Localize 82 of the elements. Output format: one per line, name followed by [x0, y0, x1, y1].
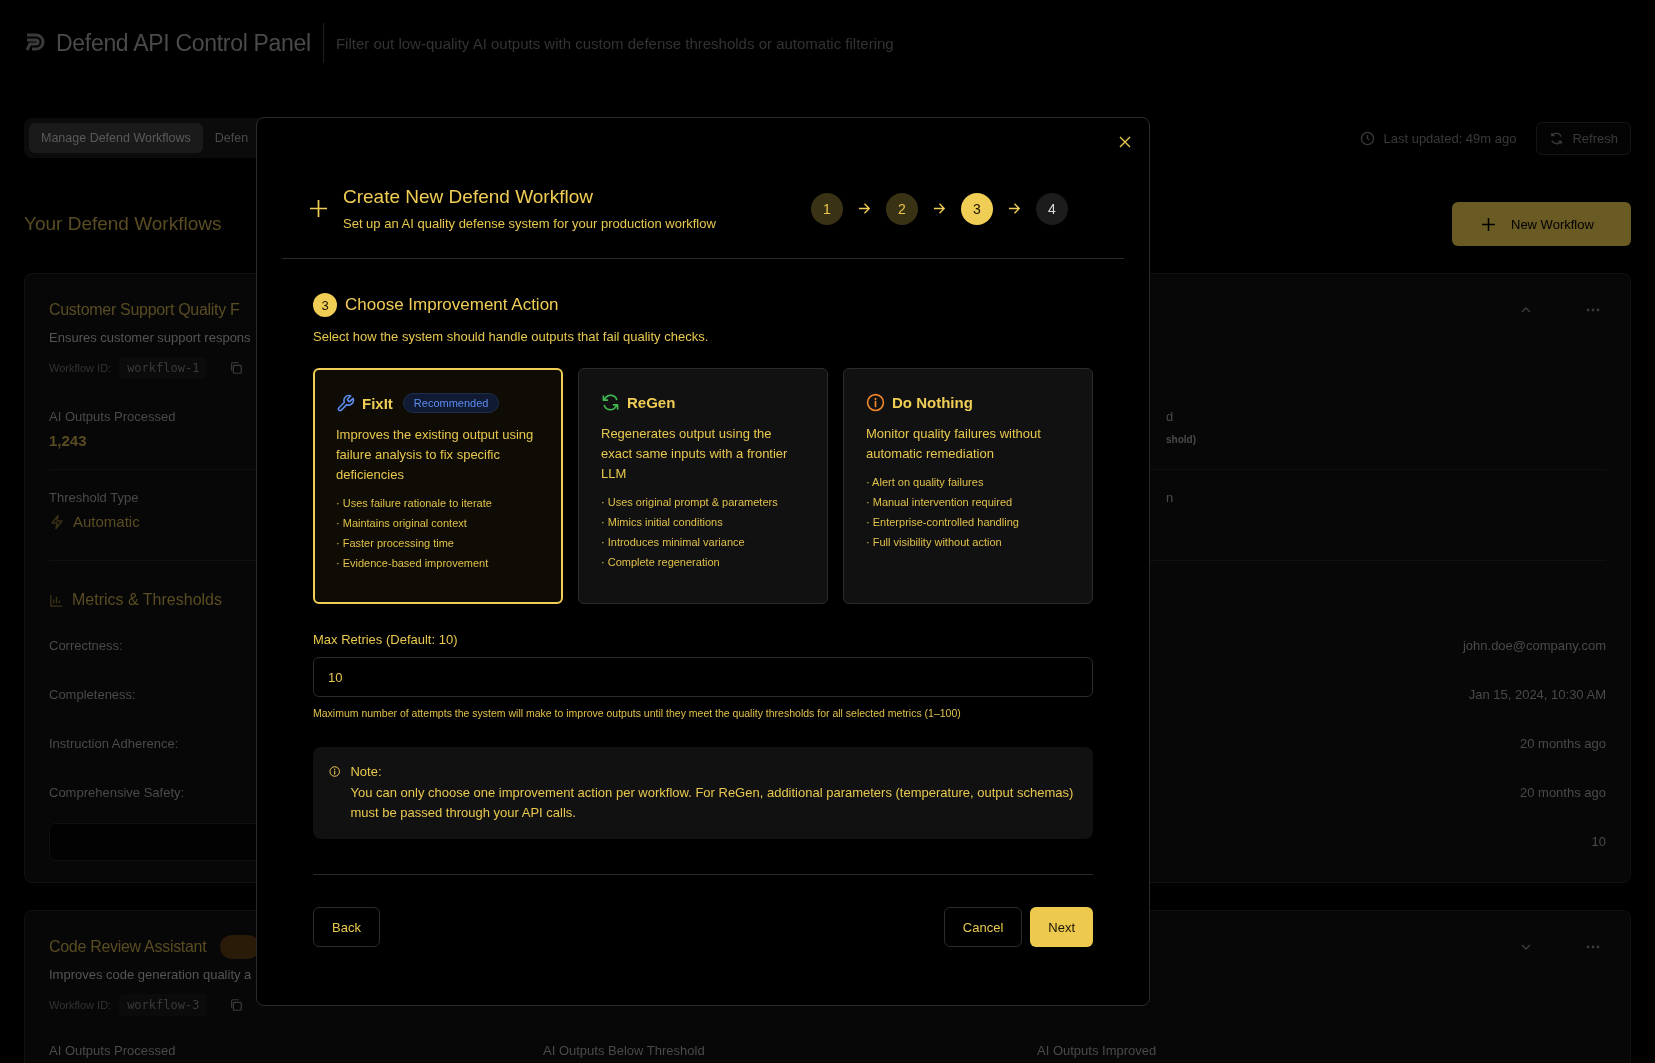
step-number: 3	[313, 293, 337, 317]
detail-value: 10	[1591, 834, 1606, 849]
dialog-title: Create New Defend Workflow	[343, 186, 594, 208]
copy-icon[interactable]	[229, 361, 244, 375]
plus-icon	[1482, 217, 1495, 231]
workflow-description: Ensures customer support respons	[49, 330, 251, 345]
action-card[interactable]: Do Nothing Monitor quality failures without automatic remediation · Alert on quality failures · Manual intervention required · Enterprise-controlled handling · Full visibility without action	[843, 368, 1093, 604]
chevron-icon[interactable]	[1520, 941, 1532, 953]
cancel-button[interactable]: Cancel	[943, 907, 1023, 947]
threshold-value: Automatic	[73, 513, 140, 530]
last-updated: Last updated: 49m ago	[1383, 130, 1517, 146]
note-title: Note:	[350, 764, 383, 779]
feature-item: · Alert on quality failures	[866, 475, 985, 490]
action-description: Regenerates output using the exact same inputs with a frontier LLM	[601, 425, 789, 483]
detail-value: john.doe@company.com	[1462, 638, 1606, 653]
action-description: Monitor quality failures without automatic remediation	[866, 425, 1042, 463]
step-indicator: 4	[1036, 192, 1068, 225]
action-title: Do Nothing	[892, 394, 973, 411]
feature-item: · Manual intervention required	[866, 495, 1014, 510]
detail-value: 20 months ago	[1520, 785, 1606, 800]
next-button[interactable]: Next	[1030, 907, 1093, 947]
section-title: Your Defend Workflows	[24, 213, 222, 235]
feature-item: · Maintains original context	[336, 516, 468, 531]
metrics-title: Metrics & Thresholds	[72, 591, 222, 609]
note-text: You can only choose one improvement action per workflow. For ReGen, additional parameters (temperature, output schemas) must be passed through your API calls.	[350, 784, 1075, 822]
workflow-title: Code Review Assistant	[49, 938, 207, 956]
max-retries-field[interactable]: 10	[313, 657, 1093, 697]
stat-value: 1,243	[49, 432, 88, 449]
feature-item: · Mimics initial conditions	[601, 515, 724, 530]
plus-icon	[310, 200, 327, 217]
workflow-description: Improves code generation quality a	[49, 967, 252, 982]
action-card[interactable]	[313, 368, 563, 604]
copy-icon[interactable]	[229, 998, 244, 1012]
feature-item: · Full visibility without action	[866, 535, 1003, 550]
metric-label: Completeness:	[49, 687, 136, 702]
more-icon[interactable]	[1586, 945, 1600, 949]
stat-label: AI Outputs Processed	[49, 1043, 177, 1058]
bolt-icon	[49, 513, 65, 530]
stat-label: AI Outputs Processed	[49, 409, 176, 424]
refresh-icon	[1549, 130, 1565, 146]
dialog-subtitle: Set up an AI quality defense system for your production workflow	[343, 216, 716, 231]
bar-chart-icon	[49, 592, 64, 608]
workflow-title: Customer Support Quality F	[49, 301, 240, 319]
feature-item: · Enterprise-controlled handling	[866, 515, 1020, 530]
app-title: Defend API Control Panel	[56, 29, 311, 57]
more-icon[interactable]	[1586, 308, 1600, 312]
stat-label: AI Outputs Improved	[1037, 1043, 1158, 1058]
action-title: FixIt	[362, 394, 393, 412]
step-indicator: 1	[811, 192, 843, 225]
feature-item: · Uses failure rationale to iterate	[336, 496, 493, 511]
arrow-icon	[1008, 202, 1021, 215]
detail-value: 20 months ago	[1520, 736, 1606, 751]
arrow-icon	[858, 202, 871, 215]
stat-label: n	[1166, 490, 1175, 505]
feature-item: · Introduces minimal variance	[601, 535, 746, 550]
action-title: ReGen	[627, 394, 676, 411]
action-description: Improves the existing output using failure analysis to fix specific deficiencies	[336, 426, 535, 484]
step-description: Select how the system should handle outputs that fail quality checks.	[313, 329, 710, 344]
feature-item: · Faster processing time	[336, 536, 455, 551]
close-icon[interactable]	[1119, 136, 1131, 148]
metric-label: Correctness:	[49, 638, 123, 653]
stat-label: d	[1166, 409, 1175, 424]
action-card[interactable]: ReGen Regenerates output using the exact same inputs with a frontier LLM · Uses original prompt & parameters · Mimics initial conditions · Introduces minimal variance · Complete regeneration	[578, 368, 828, 604]
threshold-label: Threshold Type	[49, 490, 140, 505]
stat-label: AI Outputs Below Threshold	[543, 1043, 706, 1058]
stat-note: shold)	[1166, 434, 1197, 445]
field-help: Maximum number of attempts the system will make to improve outputs until they meet the quality thresholds for all selected metrics (1–100)	[313, 707, 962, 719]
detail-value: Jan 15, 2024, 10:30 AM	[1468, 687, 1606, 702]
metric-label: Comprehensive Safety:	[49, 785, 185, 800]
step-indicator: 2	[886, 192, 918, 225]
arrow-icon	[933, 202, 946, 215]
recommended-badge: Recommended	[402, 393, 500, 413]
clock-icon	[1360, 130, 1376, 146]
feature-item: · Evidence-based improvement	[336, 556, 490, 571]
back-button[interactable]: Back	[313, 907, 380, 947]
feature-item: · Complete regeneration	[601, 555, 721, 570]
metric-label: Instruction Adherence:	[49, 736, 179, 751]
feature-item: · Uses original prompt & parameters	[601, 495, 779, 510]
field-label: Max Retries (Default: 10)	[313, 632, 459, 647]
step-title: Choose Improvement Action	[345, 295, 559, 315]
info-icon	[329, 764, 341, 779]
step-indicator: 3	[961, 192, 993, 225]
